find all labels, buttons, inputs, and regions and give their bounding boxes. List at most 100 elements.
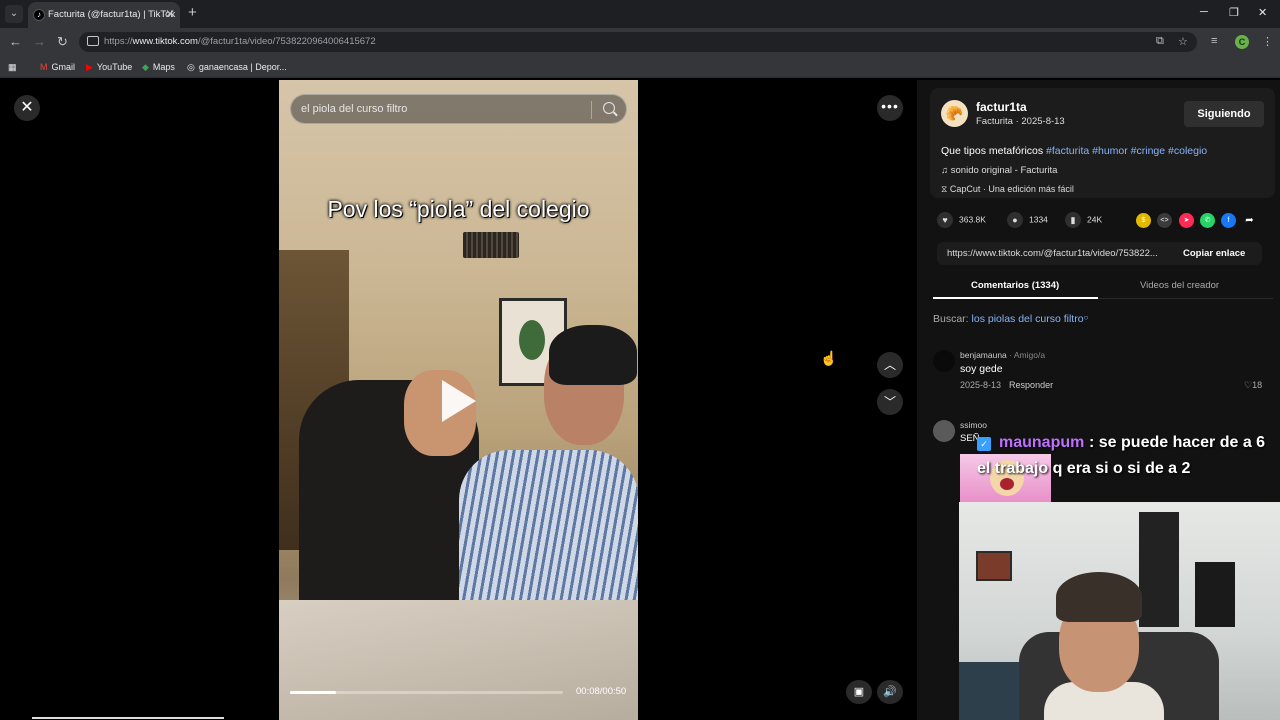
search-icon[interactable] [603, 102, 615, 114]
page-scroll-indicator [32, 717, 224, 719]
comment-username[interactable]: benjamauna · Amigo/a [960, 350, 1045, 360]
browser-tab[interactable]: ♪ Facturita (@factur1ta) | TikTok ✕ [28, 2, 180, 28]
comment-text: soy gede [960, 363, 1003, 375]
comment-tabs: Comentarios (1334) Videos del creador [933, 277, 1273, 299]
video-player[interactable]: el piola del curso filtro Pov los “piola… [279, 80, 638, 720]
post-hashtags[interactable]: #facturita #humor #cringe #colegio [1046, 145, 1207, 157]
profile-avatar[interactable]: C [1235, 35, 1249, 49]
tiktok-favicon-icon: ♪ [33, 9, 45, 21]
forward-icon[interactable]: → [33, 34, 46, 49]
close-video-icon[interactable]: ✕ [14, 95, 40, 121]
save-button[interactable]: ▮ 24K [1065, 212, 1102, 228]
share-arrow-icon[interactable]: ➦ [1242, 213, 1257, 228]
tab-creator-videos[interactable]: Videos del creador [1140, 280, 1219, 291]
comment-username[interactable]: ssimoo [960, 420, 987, 430]
bookmark-maps[interactable]: ◆ Maps [142, 62, 175, 73]
previous-video-icon[interactable]: ︿ [877, 352, 903, 378]
url-text[interactable]: https://www.tiktok.com/@factur1ta/video/… [104, 36, 376, 47]
address-bar[interactable]: https://www.tiktok.com/@factur1ta/video/… [79, 32, 1197, 52]
new-tab-icon[interactable]: + [188, 4, 197, 21]
floating-player-icon[interactable]: ▣ [846, 680, 872, 704]
comment-meta: 2025-8-13 Responder [960, 380, 1054, 390]
video-scene-plant [519, 320, 545, 360]
stream-chat-message: ✓ maunapum : se puede hacer de a 6 el tr… [959, 434, 1279, 502]
reload-icon[interactable]: ↻ [57, 34, 68, 50]
video-scene-vent [463, 232, 519, 258]
more-options-icon[interactable]: ••• [877, 95, 903, 121]
share-link-text[interactable]: https://www.tiktok.com/@factur1ta/video/… [947, 248, 1173, 259]
browser-tab-strip: ⌄ ♪ Facturita (@factur1ta) | TikTok ✕ + … [0, 0, 1280, 28]
coin-icon[interactable]: $ [1136, 213, 1151, 228]
comment-icon: ● [1007, 212, 1023, 228]
volume-icon[interactable]: 🔊 [877, 680, 903, 704]
post-description: Que tipos metafóricos #facturita #humor … [941, 145, 1208, 157]
video-progress-bar[interactable] [290, 691, 563, 694]
chat-username: maunapum [999, 434, 1085, 451]
restore-icon[interactable]: ❐ [1229, 6, 1239, 19]
comment-avatar[interactable] [933, 350, 955, 372]
bookmark-ganaencasa[interactable]: ◎ ganaencasa | Depor... [187, 62, 287, 73]
browser-menu-icon[interactable]: ⋮ [1262, 35, 1273, 48]
heart-outline-icon: ♡ [1244, 380, 1253, 390]
like-button[interactable]: ♥ 363.8K [937, 212, 986, 228]
comment-avatar[interactable] [933, 420, 955, 442]
youtube-icon: ▶ [86, 62, 93, 72]
streamer-webcam [959, 502, 1280, 720]
capcut-icon: ⧖ [941, 184, 950, 194]
comment-likes[interactable]: ♡18 [1244, 380, 1262, 391]
copy-link-button[interactable]: Copiar enlace [1183, 248, 1245, 259]
search-small-icon: ○ [1083, 313, 1089, 322]
media-control-icon[interactable]: ≡ [1211, 35, 1217, 47]
bookmarks-bar: ▦ M Gmail ▶ YouTube ◆ Maps ◎ ganaencasa | De… [0, 56, 1280, 78]
whatsapp-icon[interactable]: ✆ [1200, 213, 1215, 228]
comment-search-suggestion: Buscar: los piolas del curso filtro○ [933, 313, 1089, 325]
video-search-input[interactable]: el piola del curso filtro [290, 94, 627, 124]
webcam-streamer-cap [1056, 572, 1142, 622]
heart-icon: ♥ [937, 212, 953, 228]
facebook-icon[interactable]: f [1221, 213, 1236, 228]
gmail-icon: M [40, 62, 48, 72]
bookmark-gmail[interactable]: M Gmail [40, 62, 75, 72]
embed-icon[interactable]: <> [1157, 213, 1172, 228]
globe-icon: ◎ [187, 62, 195, 72]
next-video-icon[interactable]: ﹀ [877, 389, 903, 415]
music-note-icon: ♫ [941, 165, 951, 176]
reply-button[interactable]: Responder [1009, 380, 1053, 390]
send-icon[interactable]: ➤ [1179, 213, 1194, 228]
tab-close-icon[interactable]: ✕ [165, 7, 175, 21]
minimize-icon[interactable]: ─ [1200, 6, 1208, 18]
search-divider [591, 101, 592, 119]
install-app-icon[interactable]: ⧉ [1156, 35, 1164, 48]
creator-avatar[interactable]: 🥐 [941, 100, 968, 127]
webcam-speaker [1195, 562, 1235, 627]
chat-badge-icon: ✓ [977, 437, 991, 451]
maps-icon: ◆ [142, 62, 149, 72]
video-person-right-cap [549, 325, 637, 385]
hand-cursor-icon: ☝ [820, 350, 838, 366]
video-scene-table [279, 600, 638, 720]
bookmark-star-icon[interactable]: ☆ [1178, 35, 1188, 48]
play-icon[interactable] [442, 380, 476, 422]
video-caption: Pov los “piola” del colegio [327, 196, 590, 222]
tab-title: Facturita (@factur1ta) | TikTok [48, 9, 176, 20]
apps-grid-icon[interactable]: ▦ [8, 62, 17, 73]
creator-username[interactable]: factur1ta [976, 100, 1027, 114]
post-info-card: 🥐 factur1ta Facturita · 2025-8-13 Siguie… [930, 88, 1275, 198]
video-progress-fill [290, 691, 337, 694]
share-link-row: https://www.tiktok.com/@factur1ta/video/… [937, 242, 1262, 265]
tab-comments[interactable]: Comentarios (1334) [971, 280, 1059, 291]
window-close-icon[interactable]: ✕ [1258, 6, 1267, 19]
following-button[interactable]: Siguiendo [1184, 101, 1264, 127]
search-suggestion-link[interactable]: los piolas del curso filtro [972, 313, 1084, 325]
chat-text-line-1: : se puede hacer de a 6 [1089, 434, 1266, 451]
capcut-link[interactable]: ⧖ CapCut · Una edición más fácil [941, 184, 1074, 195]
creator-subline: Facturita · 2025-8-13 [976, 116, 1065, 127]
site-info-icon[interactable] [87, 36, 99, 46]
comment-button[interactable]: ● 1334 [1007, 212, 1048, 228]
post-music[interactable]: ♫ sonido original - Facturita [941, 165, 1057, 176]
tab-active-indicator [933, 297, 1098, 299]
bookmark-icon: ▮ [1065, 212, 1081, 228]
back-icon[interactable]: ← [9, 34, 22, 49]
bookmark-youtube[interactable]: ▶ YouTube [86, 62, 132, 73]
tab-search-chevron-icon[interactable]: ⌄ [5, 5, 23, 23]
